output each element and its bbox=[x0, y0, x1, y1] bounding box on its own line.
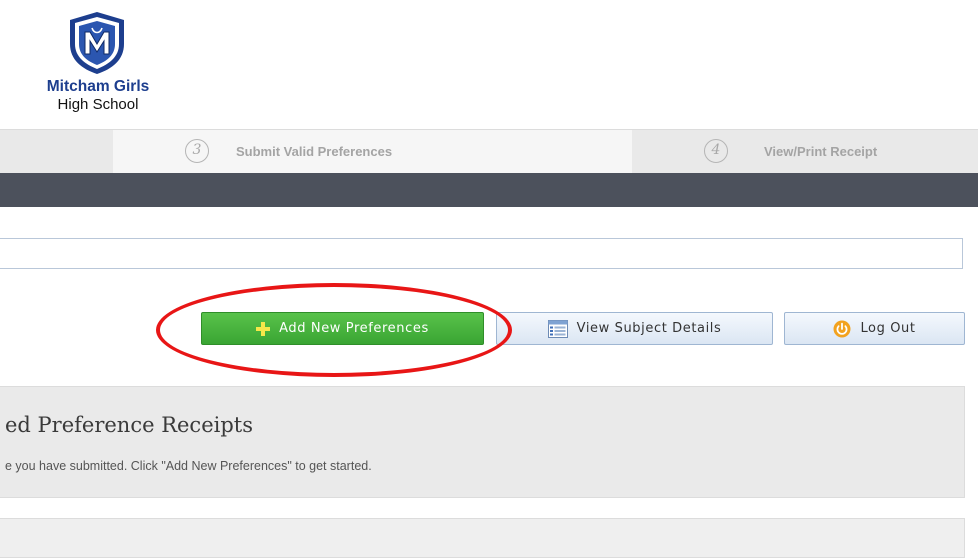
next-panel bbox=[0, 518, 965, 558]
school-crest-icon bbox=[70, 12, 124, 74]
list-document-icon bbox=[547, 319, 568, 338]
step-3-label: Submit Valid Preferences bbox=[236, 144, 393, 159]
receipts-subtitle: e you have submitted. Click "Add New Pre… bbox=[5, 459, 372, 473]
add-new-preferences-button[interactable]: Add New Preferences bbox=[201, 312, 484, 345]
view-subject-details-label: View Subject Details bbox=[576, 321, 722, 336]
info-field[interactable] bbox=[0, 238, 963, 269]
receipts-title: ed Preference Receipts bbox=[5, 413, 254, 437]
school-logo: Mitcham Girls High School bbox=[28, 10, 168, 122]
progress-steps: 3 Submit Valid Preferences 4 View/Print … bbox=[0, 129, 978, 174]
navigation-bar bbox=[0, 173, 978, 207]
step-4-label: View/Print Receipt bbox=[764, 144, 878, 159]
add-new-preferences-label: Add New Preferences bbox=[279, 321, 429, 336]
step-3-number: 3 bbox=[185, 139, 209, 163]
view-subject-details-button[interactable]: View Subject Details bbox=[496, 312, 773, 345]
school-name-line2: High School bbox=[57, 96, 139, 113]
plus-icon bbox=[256, 321, 271, 336]
receipts-panel: ed Preference Receipts e you have submit… bbox=[0, 386, 965, 498]
power-icon bbox=[833, 320, 851, 338]
log-out-label: Log Out bbox=[860, 321, 916, 336]
log-out-button[interactable]: Log Out bbox=[784, 312, 965, 345]
step-4-number: 4 bbox=[704, 139, 728, 163]
school-name-line1: Mitcham Girls bbox=[46, 78, 150, 95]
